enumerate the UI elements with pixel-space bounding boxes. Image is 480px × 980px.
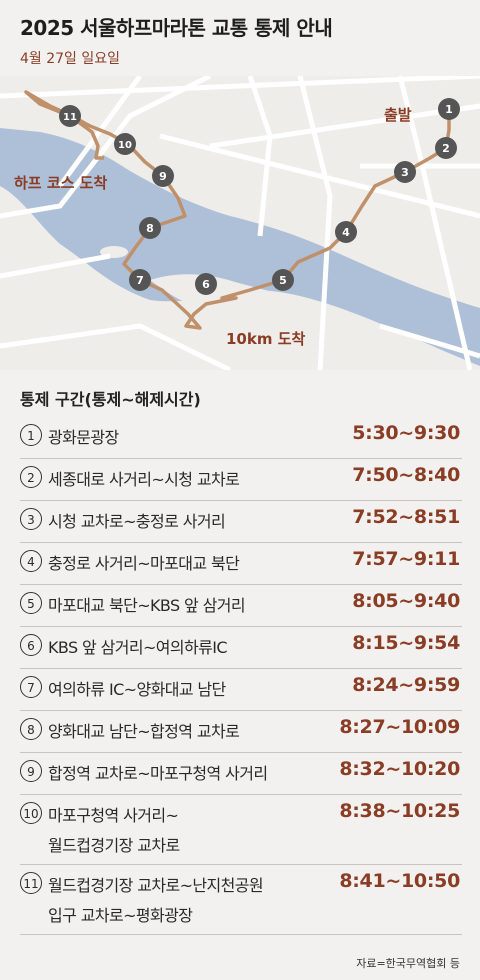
svg-text:11: 11 [63,112,77,123]
row-section-label: 충정로 사거리~마포대교 북단 [48,554,240,573]
row-number: 3 [20,508,42,530]
row-section-label-line2: 입구 교차로~평화광장 [48,906,193,925]
marker-10: 10 [114,133,136,155]
row-section-label: KBS 앞 삼거리~여의하류IC [48,638,228,657]
schedule-row: 9 합정역 교차로~마포구청역 사거리 8:32~10:20 [20,752,462,795]
schedule-row: 2 세종대로 사거리~시청 교차로 7:50~8:40 [20,458,462,501]
row-time: 8:15~9:54 [352,632,460,654]
infographic: 2025 서울하프마라톤 교통 통제 안내 4월 27일 일요일 1 2 3 4… [0,0,480,980]
svg-text:5: 5 [279,274,287,287]
marker-1: 1 [438,98,460,120]
row-time: 8:38~10:25 [339,800,460,822]
row-time: 7:50~8:40 [352,464,460,486]
row-number: 2 [20,466,42,488]
row-time: 8:32~10:20 [339,758,460,780]
section-title: 통제 구간(통제~해제시간) [20,390,201,409]
svg-text:3: 3 [401,166,409,179]
svg-text:2: 2 [442,142,450,155]
schedule-row: 3 시청 교차로~충정로 사거리 7:52~8:51 [20,500,462,543]
marker-7: 7 [129,269,151,291]
route-map: 1 2 3 4 5 6 7 8 9 10 11 출발 하프 코스 도착 10km… [0,76,480,370]
row-number: 10 [20,802,42,824]
row-number: 9 [20,760,42,782]
page-title: 2025 서울하프마라톤 교통 통제 안내 [20,16,333,40]
row-time: 7:52~8:51 [352,506,460,528]
row-number: 6 [20,634,42,656]
row-section-label: 광화문광장 [48,428,119,447]
marker-6: 6 [195,273,217,295]
row-section-label: 여의하류 IC~양화대교 남단 [48,680,226,699]
row-time: 7:57~9:11 [352,548,460,570]
half-finish-label: 하프 코스 도착 [14,174,107,192]
schedule-row: 10 마포구청역 사거리~ 월드컵경기장 교차로 8:38~10:25 [20,794,462,865]
marker-9: 9 [152,165,174,187]
row-section-label: 세종대로 사거리~시청 교차로 [48,470,240,489]
row-number: 4 [20,550,42,572]
svg-text:1: 1 [445,103,453,116]
schedule-row: 4 충정로 사거리~마포대교 북단 7:57~9:11 [20,542,462,585]
row-section-label-line2: 월드컵경기장 교차로 [48,836,180,855]
svg-text:9: 9 [159,170,167,183]
start-label: 출발 [384,106,412,124]
marker-2: 2 [435,137,457,159]
schedule-row: 8 양화대교 남단~합정역 교차로 8:27~10:09 [20,710,462,753]
marker-11: 11 [59,105,81,127]
event-date: 4월 27일 일요일 [20,51,121,67]
row-number: 5 [20,592,42,614]
marker-8: 8 [139,217,161,239]
schedule-row: 6 KBS 앞 삼거리~여의하류IC 8:15~9:54 [20,626,462,669]
schedule-row: 7 여의하류 IC~양화대교 남단 8:24~9:59 [20,668,462,711]
schedule-row: 11 월드컵경기장 교차로~난지천공원입구 교차로~평화광장 8:41~10:50 [20,864,462,935]
route-map-svg: 1 2 3 4 5 6 7 8 9 10 11 출발 하프 코스 도착 10km… [0,76,480,370]
svg-text:7: 7 [136,274,144,287]
svg-text:10: 10 [118,140,132,151]
row-time: 5:30~9:30 [352,422,460,444]
row-time: 8:27~10:09 [339,716,460,738]
row-number: 7 [20,676,42,698]
row-time: 8:05~9:40 [352,590,460,612]
row-section-label: 합정역 교차로~마포구청역 사거리 [48,764,268,783]
row-section-label: 양화대교 남단~합정역 교차로 [48,722,240,741]
row-number: 1 [20,424,42,446]
source-note: 자료=한국무역협회 등 [356,957,460,970]
svg-text:8: 8 [146,222,154,235]
row-time: 8:24~9:59 [352,674,460,696]
row-section-label: 시청 교차로~충정로 사거리 [48,512,226,531]
row-number: 8 [20,718,42,740]
row-time: 8:41~10:50 [339,870,460,892]
schedule-row: 1 광화문광장 5:30~9:30 [20,416,462,459]
row-number: 11 [20,872,42,894]
svg-text:4: 4 [342,226,350,239]
row-section-label: 마포대교 북단~KBS 앞 삼거리 [48,596,246,615]
row-section-label: 월드컵경기장 교차로~난지천공원 [48,876,264,895]
marker-4: 4 [335,221,357,243]
marker-3: 3 [394,161,416,183]
schedule-row: 5 마포대교 북단~KBS 앞 삼거리 8:05~9:40 [20,584,462,627]
marker-5: 5 [272,269,294,291]
row-section-label: 마포구청역 사거리~ [48,806,179,825]
svg-text:6: 6 [202,278,210,291]
tenk-finish-label: 10km 도착 [226,330,306,348]
